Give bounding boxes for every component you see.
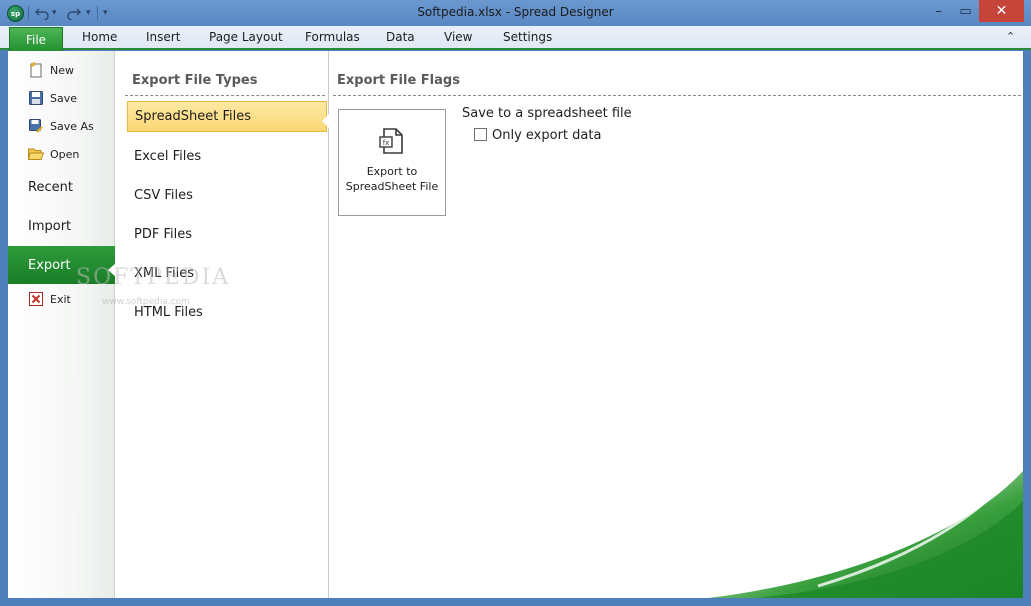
divider: [125, 95, 325, 96]
nav-open-label: Open: [50, 147, 80, 161]
nav-open[interactable]: Open: [28, 144, 79, 164]
title-bar: sp ▾ ▾ ▾ Softpedia.xlsx - Spread Designe…: [0, 0, 1031, 26]
tab-view[interactable]: View: [444, 30, 472, 44]
close-button[interactable]: ✕: [979, 0, 1024, 22]
ribbon-tab-bar: File Home Insert Page Layout Formulas Da…: [0, 26, 1031, 51]
export-button-label: Export to SpreadSheet File: [345, 165, 439, 193]
tab-file[interactable]: File: [9, 27, 63, 51]
divider: [333, 95, 1021, 96]
tab-formulas[interactable]: Formulas: [305, 30, 360, 44]
nav-import[interactable]: Import: [8, 207, 115, 245]
export-types-panel: Export File Types SpreadSheet Files Exce…: [115, 51, 329, 598]
folder-open-icon: [28, 146, 44, 162]
nav-save-label: Save: [50, 91, 78, 105]
nav-save-as-label: Save As: [50, 119, 94, 133]
type-pdf-files[interactable]: PDF Files: [127, 219, 327, 250]
nav-exit[interactable]: Exit: [28, 289, 71, 309]
collapse-ribbon-icon[interactable]: ⌃: [1006, 30, 1015, 43]
nav-recent[interactable]: Recent: [8, 168, 115, 206]
maximize-button[interactable]: ▭: [952, 0, 979, 22]
svg-text:fx: fx: [383, 139, 390, 147]
selection-pointer: [322, 114, 329, 128]
nav-save-as[interactable]: Save As: [28, 116, 94, 136]
backstage-nav: New Save Save As Open Recent Import Expo…: [8, 51, 116, 598]
type-spreadsheet-files[interactable]: SpreadSheet Files: [127, 101, 327, 132]
window-title: Softpedia.xlsx - Spread Designer: [417, 5, 614, 19]
nav-save[interactable]: Save: [28, 88, 77, 108]
only-export-data-label[interactable]: Only export data: [492, 128, 601, 143]
nav-new-label: New: [50, 63, 74, 77]
save-as-icon: [28, 118, 44, 134]
only-export-data-checkbox[interactable]: [474, 128, 487, 141]
tab-data[interactable]: Data: [386, 30, 415, 44]
nav-new[interactable]: New: [28, 60, 74, 80]
floppy-disk-icon: [28, 90, 44, 106]
export-description: Save to a spreadsheet file: [462, 106, 632, 121]
type-excel-files[interactable]: Excel Files: [127, 141, 327, 172]
new-document-icon: [28, 62, 44, 78]
watermark-url: www.softpedia.com: [102, 297, 190, 307]
nav-exit-label: Exit: [50, 292, 71, 306]
decorative-swoosh: [708, 461, 1023, 598]
minimize-button[interactable]: –: [925, 0, 952, 22]
exit-icon: [28, 291, 44, 307]
spreadsheet-document-icon: fx: [379, 128, 403, 154]
tab-home[interactable]: Home: [82, 30, 117, 44]
export-types-heading: Export File Types: [132, 73, 258, 88]
export-to-spreadsheet-button[interactable]: fx Export to SpreadSheet File: [338, 109, 446, 216]
export-flags-heading: Export File Flags: [337, 73, 460, 88]
watermark: SOFTPEDIA: [76, 265, 231, 290]
tab-insert[interactable]: Insert: [146, 30, 180, 44]
type-csv-files[interactable]: CSV Files: [127, 180, 327, 211]
backstage-view: New Save Save As Open Recent Import Expo…: [8, 51, 1023, 598]
tab-settings[interactable]: Settings: [503, 30, 552, 44]
tab-page-layout[interactable]: Page Layout: [209, 30, 283, 44]
